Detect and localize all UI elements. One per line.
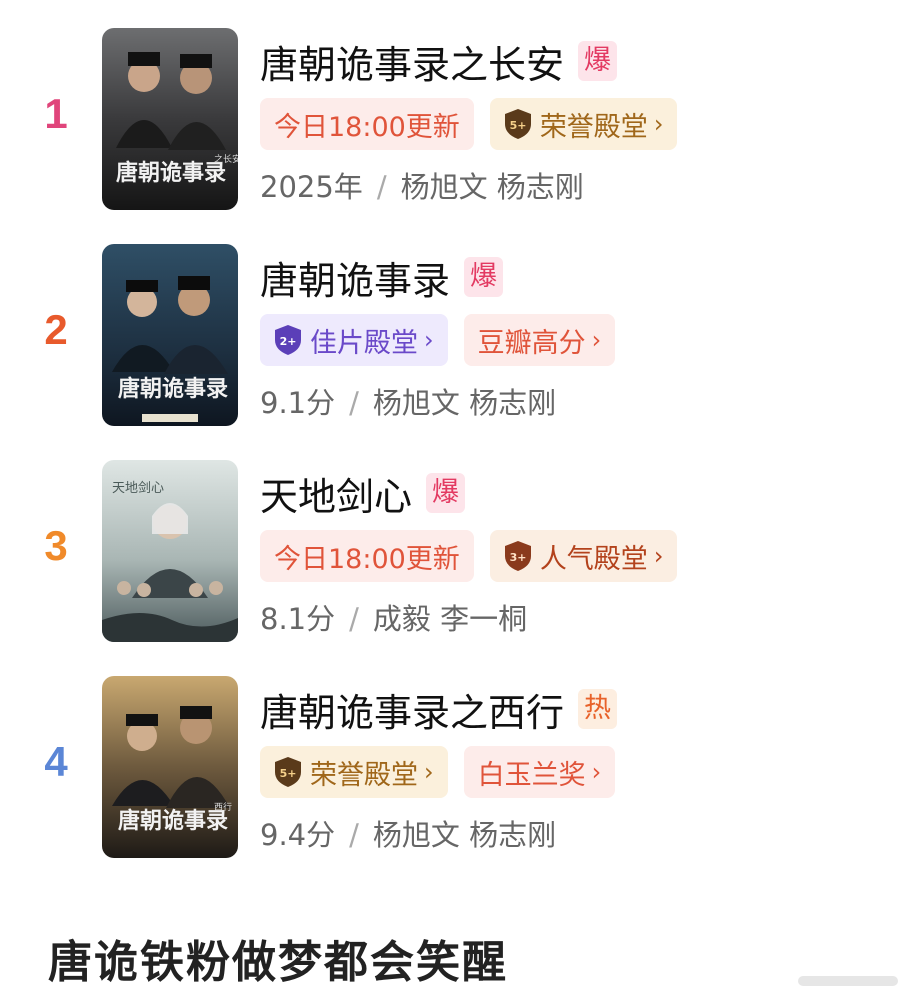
good-film-hall-tag[interactable]: 2+ 佳片殿堂 ›: [260, 314, 448, 366]
tag-label: 荣誉殿堂: [310, 759, 418, 791]
tag-label: 今日18:00更新: [274, 111, 460, 143]
ranking-item-1[interactable]: 1 唐朝诡事录 之长安 唐朝诡事录之长安 爆 今日18:00更新 5+ 荣誉殿堂…: [0, 28, 914, 228]
chevron-right-icon: ›: [591, 758, 602, 786]
rank-number: 3: [44, 522, 68, 569]
meta-separator: /: [349, 386, 359, 420]
tag-label: 白玉兰奖: [477, 759, 586, 791]
poster-image[interactable]: 唐朝诡事录 西行: [102, 676, 238, 858]
tag-label: 荣誉殿堂: [539, 111, 648, 143]
tag-label: 人气殿堂: [539, 543, 648, 575]
show-meta: 2025年 / 杨旭文 杨志刚: [260, 164, 584, 206]
show-title[interactable]: 唐朝诡事录之西行: [260, 682, 564, 737]
svg-text:3+: 3+: [509, 551, 526, 564]
caption-text: 唐诡铁粉做梦都会笑醒: [48, 937, 508, 988]
rank-number: 2: [44, 306, 68, 353]
poster-image[interactable]: 唐朝诡事录: [102, 244, 238, 426]
honor-hall-tag[interactable]: 5+ 荣誉殿堂 ›: [260, 746, 448, 798]
svg-text:西行: 西行: [214, 801, 232, 813]
poster-image[interactable]: 唐朝诡事录 之长安: [102, 28, 238, 210]
svg-text:2+: 2+: [280, 335, 297, 348]
popularity-hall-tag[interactable]: 3+ 人气殿堂 ›: [489, 530, 678, 582]
rank-number: 1: [44, 90, 68, 137]
rank-number: 4: [44, 738, 68, 785]
shield-5-icon: 5+: [275, 757, 301, 787]
shield-2-icon: 2+: [275, 325, 301, 355]
meta-separator: /: [349, 602, 359, 636]
show-meta: 9.4分 / 杨旭文 杨志刚: [260, 812, 556, 854]
meta-separator: /: [376, 170, 387, 204]
hot-badge: 爆: [578, 41, 618, 81]
update-tag: 今日18:00更新: [260, 530, 474, 582]
shield-3-icon: 3+: [504, 541, 531, 571]
update-tag: 今日18:00更新: [260, 98, 474, 150]
svg-text:唐朝诡事录: 唐朝诡事录: [118, 376, 228, 402]
cast-names: 杨旭文 杨志刚: [400, 170, 584, 204]
cast-names: 成毅 李一桐: [372, 602, 528, 636]
tag-label: 今日18:00更新: [274, 543, 460, 575]
year-or-score: 9.4分: [260, 818, 336, 852]
year-or-score: 9.1分: [260, 386, 336, 420]
honor-hall-tag[interactable]: 5+ 荣誉殿堂 ›: [489, 98, 678, 150]
chevron-right-icon: ›: [424, 326, 434, 354]
show-meta: 8.1分 / 成毅 李一桐: [260, 596, 527, 638]
hot-badge: 爆: [426, 473, 466, 513]
year-or-score: 2025年: [260, 170, 363, 204]
poster-image[interactable]: 天地剑心: [102, 460, 238, 642]
cast-names: 杨旭文 杨志刚: [372, 818, 557, 852]
show-title[interactable]: 唐朝诡事录: [260, 250, 450, 305]
show-title[interactable]: 天地剑心: [260, 466, 412, 521]
hot-badge: 爆: [464, 257, 504, 297]
ranking-item-2[interactable]: 2 唐朝诡事录 唐朝诡事录 爆 2+ 佳片殿堂 › 豆瓣高分 › 9.1分 / …: [0, 244, 914, 444]
magnolia-award-tag[interactable]: 白玉兰奖 ›: [463, 746, 616, 798]
show-meta: 9.1分 / 杨旭文 杨志刚: [260, 380, 556, 422]
shield-5-icon: 5+: [504, 109, 531, 139]
cast-names: 杨旭文 杨志刚: [372, 386, 557, 420]
ranking-item-4[interactable]: 4 唐朝诡事录 西行 唐朝诡事录之西行 热 5+ 荣誉殿堂 › 白玉兰奖 › 9…: [0, 676, 914, 876]
svg-text:唐朝诡事录: 唐朝诡事录: [118, 808, 228, 834]
svg-text:之长安: 之长安: [214, 153, 238, 165]
svg-text:5+: 5+: [280, 767, 297, 780]
chevron-right-icon: ›: [653, 110, 664, 138]
show-title[interactable]: 唐朝诡事录之长安: [260, 34, 564, 89]
meta-separator: /: [349, 818, 359, 852]
chevron-right-icon: ›: [591, 326, 602, 354]
chevron-right-icon: ›: [424, 758, 434, 786]
year-or-score: 8.1分: [260, 602, 336, 636]
watermark-dots: [798, 976, 898, 986]
svg-text:唐朝诡事录: 唐朝诡事录: [116, 160, 226, 186]
hot-badge: 热: [578, 689, 618, 729]
tag-label: 豆瓣高分: [477, 327, 586, 359]
svg-text:天地剑心: 天地剑心: [112, 480, 164, 496]
svg-text:5+: 5+: [509, 119, 526, 132]
douban-high-score-tag[interactable]: 豆瓣高分 ›: [463, 314, 616, 366]
tag-label: 佳片殿堂: [310, 327, 418, 359]
chevron-right-icon: ›: [653, 542, 664, 570]
ranking-item-3[interactable]: 3 天地剑心 天地剑心 爆 今日18:00更新 3+ 人气殿堂 › 8.1分 /…: [0, 460, 914, 660]
